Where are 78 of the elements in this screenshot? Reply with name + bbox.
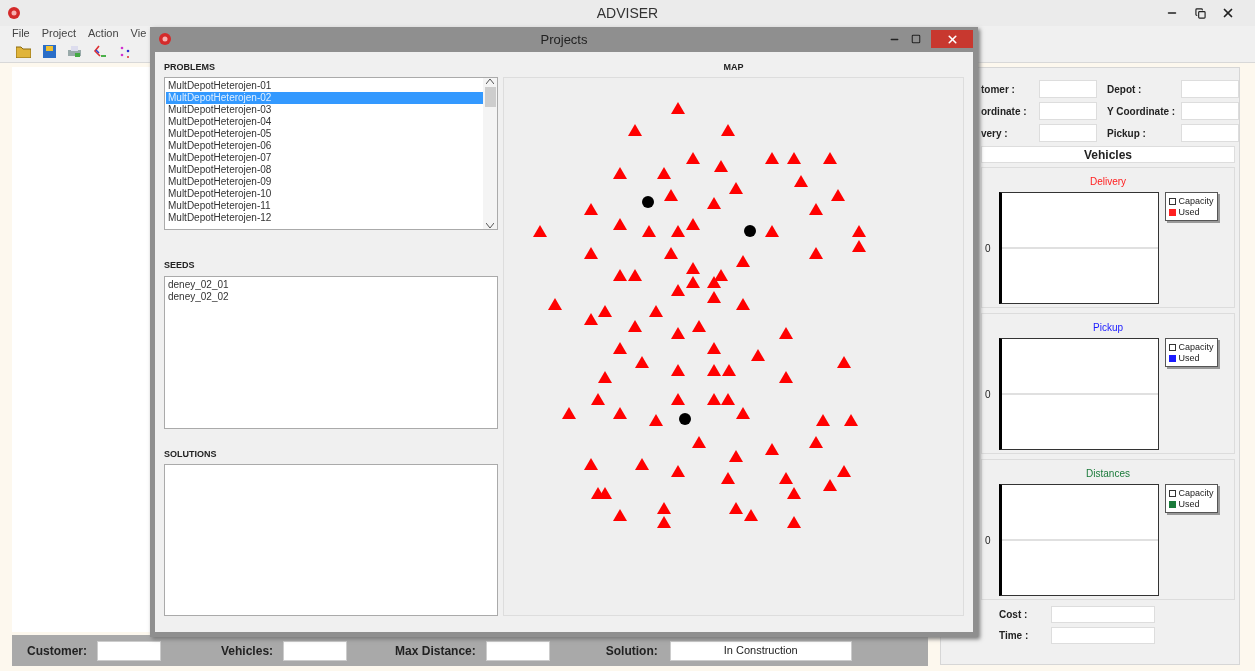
status-field[interactable] (97, 640, 161, 661)
chart-title: Pickup (1093, 321, 1123, 335)
problem-item[interactable]: MultDepotHeterojen-06 (166, 140, 483, 152)
axis-tick-label: 0 (985, 533, 991, 548)
menu-item[interactable]: Action (88, 25, 119, 42)
problem-item[interactable]: MultDepotHeterojen-01 (166, 80, 483, 92)
field-label: Time : (998, 629, 1030, 643)
problem-item[interactable]: MultDepotHeterojen-03 (166, 104, 483, 116)
field-label: Depot : (1106, 82, 1143, 97)
status-label: Solution: (605, 642, 658, 660)
legend-label: Used (1178, 206, 1200, 218)
close-icon (945, 32, 959, 46)
problem-item[interactable]: MultDepotHeterojen-10 (166, 188, 483, 200)
legend-label: Capacity (1178, 341, 1214, 353)
section-label: SOLUTIONS (164, 447, 218, 461)
problem-item[interactable]: MultDepotHeterojen-12 (166, 212, 483, 224)
menu-item[interactable]: Project (41, 25, 76, 42)
status-label: Customer: (27, 642, 87, 660)
input-field[interactable] (1181, 102, 1239, 120)
route-icon[interactable] (93, 44, 107, 59)
status-label: Vehicles: (221, 642, 274, 660)
status-field[interactable] (283, 640, 348, 661)
field-label: Pickup : (1106, 126, 1147, 141)
close-icon (1221, 6, 1235, 20)
printer-icon[interactable] (68, 45, 81, 58)
seed-item[interactable]: deney_02_01 (168, 278, 497, 291)
status-field[interactable]: In Construction (669, 640, 852, 661)
input-field[interactable] (1181, 80, 1239, 98)
legend-swatch (1168, 343, 1176, 351)
menu-item[interactable]: File (12, 25, 30, 42)
legend-label: Used (1178, 352, 1200, 364)
scroll-up-icon[interactable] (486, 79, 494, 84)
problem-item[interactable]: MultDepotHeterojen-11 (166, 200, 483, 212)
legend-label: Used (1178, 498, 1200, 510)
section-label: PROBLEMS (164, 60, 216, 74)
status-field[interactable] (485, 640, 550, 661)
axis-tick-label: 0 (985, 387, 991, 402)
dialog-title: Projects (539, 30, 589, 49)
field-label: ordinate : (981, 104, 1028, 119)
input-field[interactable] (1039, 102, 1097, 120)
chart-title: Delivery (1089, 175, 1127, 189)
section-label: SEEDS (164, 259, 196, 272)
scroll-down-icon[interactable] (486, 223, 494, 228)
scroll-thumb[interactable] (484, 87, 496, 107)
field-label: Cost : (998, 608, 1029, 622)
app-icon (159, 33, 171, 46)
chart-title: Distances (1086, 467, 1130, 481)
problem-item[interactable]: MultDepotHeterojen-07 (166, 152, 483, 164)
input-field[interactable] (1039, 124, 1097, 142)
legend-label: Capacity (1178, 487, 1214, 499)
field-label: tomer : (981, 82, 1016, 97)
input-field[interactable] (1051, 606, 1155, 623)
window-title: ADVISER (595, 3, 660, 23)
app-icon (8, 7, 20, 19)
legend-label: Capacity (1178, 195, 1214, 207)
field-label: Y Coordinate : (1106, 104, 1177, 119)
scrollbar[interactable] (483, 78, 497, 229)
axis-tick-label: 0 (985, 241, 991, 256)
seed-item[interactable]: deney_02_02 (168, 290, 497, 303)
problem-item[interactable]: MultDepotHeterojen-09 (166, 176, 483, 188)
legend-swatch (1168, 489, 1176, 497)
input-field[interactable] (1051, 627, 1155, 644)
status-label: Max Distance: (395, 642, 476, 660)
vehicles-header: Vehicles (981, 146, 1235, 163)
save-icon[interactable] (43, 45, 56, 58)
problem-item[interactable]: MultDepotHeterojen-05 (166, 128, 483, 140)
points-icon[interactable] (119, 45, 131, 58)
input-field[interactable] (1181, 124, 1239, 142)
folder-icon[interactable] (16, 45, 31, 58)
restore-icon (1194, 7, 1206, 19)
problem-item[interactable]: MultDepotHeterojen-08 (166, 164, 483, 176)
problem-item[interactable]: MultDepotHeterojen-04 (166, 116, 483, 128)
input-field[interactable] (1039, 80, 1097, 98)
maximize-icon (911, 34, 921, 45)
map-label: MAP (722, 60, 745, 74)
field-label: very : (981, 126, 1009, 141)
menu-item[interactable]: Vie (130, 25, 147, 42)
legend-swatch (1168, 197, 1176, 205)
